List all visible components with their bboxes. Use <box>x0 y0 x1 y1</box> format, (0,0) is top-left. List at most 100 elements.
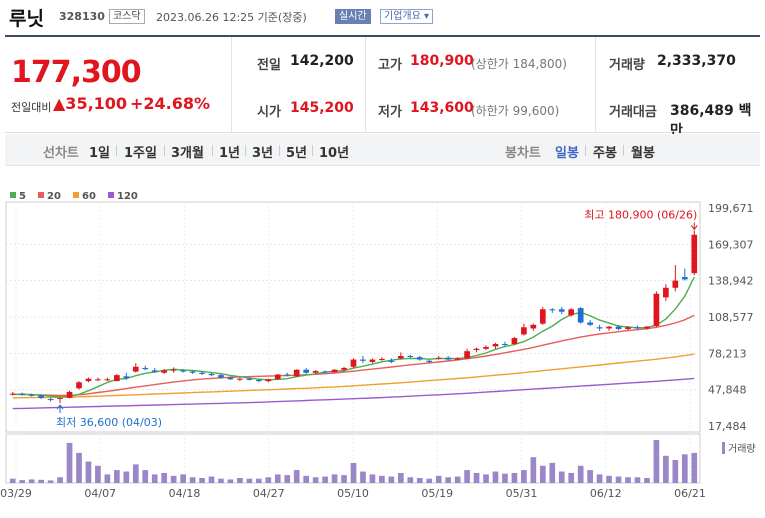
volume-bar <box>57 477 63 483</box>
company-overview-button[interactable]: 기업개요 ▾ <box>380 9 433 24</box>
candle-body <box>568 309 575 316</box>
period-10y[interactable]: 10년 <box>319 142 349 161</box>
candle-body <box>114 375 120 382</box>
volume-bar <box>341 475 347 483</box>
candle-body <box>521 327 527 335</box>
period-1w[interactable]: 1주일 <box>124 142 157 161</box>
candle-body <box>104 379 111 381</box>
period-3m[interactable]: 3개월 <box>171 142 204 161</box>
candle-body <box>170 369 177 371</box>
chart-toolbar: 선차트 1일 1주일 3개월 1년 3년 5년 10년 봉차트 일봉 주봉 월봉 <box>5 134 760 166</box>
candle-weekly[interactable]: 주봉 <box>593 142 617 161</box>
volume-bar <box>38 479 44 483</box>
price-panel: 177,300 전일대비 ▲35,100 +24.68% 전일 142,200 … <box>5 37 760 139</box>
period-1d[interactable]: 1일 <box>89 142 110 161</box>
candle-chart-label[interactable]: 봉차트 <box>505 142 541 161</box>
high-value: 180,900 <box>410 53 474 69</box>
low-value: 143,600 <box>410 100 474 116</box>
candle-body <box>653 293 660 327</box>
volume-bar <box>227 479 234 483</box>
candle-body <box>132 366 139 372</box>
period-5y[interactable]: 5년 <box>286 142 307 161</box>
low-annotation: 최저 36,600 (04/03) <box>56 416 162 429</box>
volume-bar <box>426 478 433 483</box>
volume-bar <box>644 477 650 483</box>
volume-bar <box>397 472 404 483</box>
volume-bar <box>189 477 196 483</box>
volume-bar <box>142 470 149 483</box>
period-1y[interactable]: 1년 <box>219 142 240 161</box>
y-tick-label: 138,942 <box>708 275 754 288</box>
divider <box>365 37 366 133</box>
realtime-button[interactable]: 실시간 <box>335 9 371 24</box>
volume-bar <box>663 455 669 483</box>
candle-body <box>123 376 130 379</box>
volume-bar <box>416 477 423 483</box>
candle-body <box>492 344 499 347</box>
volume-value: 2,333,370 <box>657 53 736 69</box>
volume-bar <box>511 472 518 483</box>
candle-body <box>265 379 272 382</box>
volume-bar <box>445 477 451 483</box>
volume-bar <box>274 474 281 483</box>
volume-bar <box>483 474 489 483</box>
candle-body <box>284 374 291 376</box>
candle-body <box>549 309 556 311</box>
volume-bar <box>208 476 215 483</box>
volume-bar <box>596 474 603 483</box>
y-tick-label: 108,577 <box>708 311 754 324</box>
header: 루닛 328130 코스닥 2023.06.26 12:25 기준(장중) 실시… <box>0 0 765 34</box>
volume-bar <box>322 476 328 483</box>
candle-body <box>539 309 546 324</box>
lower-limit: (하한가 99,600) <box>471 104 560 118</box>
candle-body <box>199 372 205 374</box>
separator <box>585 145 586 156</box>
candle-body <box>227 377 234 380</box>
x-tick-label: 03/29 <box>0 487 32 500</box>
volume-bar <box>66 442 73 483</box>
volume-bar <box>379 475 385 483</box>
timestamp: 2023.06.26 12:25 기준(장중) <box>156 11 307 24</box>
candle-body <box>312 370 319 373</box>
period-3y[interactable]: 3년 <box>252 142 273 161</box>
volume-bar <box>691 452 698 483</box>
y-tick-label: 17,484 <box>708 420 747 433</box>
volume-bar <box>615 476 622 483</box>
separator <box>245 145 246 156</box>
candle-body <box>615 326 622 330</box>
volume-bar <box>587 470 593 483</box>
candle-body <box>350 359 357 367</box>
candle-body <box>596 327 603 329</box>
volume-bar <box>473 472 480 483</box>
candle-monthly[interactable]: 월봉 <box>631 142 655 161</box>
volume-bar <box>9 478 16 483</box>
x-tick-label: 04/07 <box>84 487 116 500</box>
candle-body <box>625 327 631 330</box>
candle-daily[interactable]: 일봉 <box>555 142 579 161</box>
high-label: 고가 <box>378 58 402 73</box>
volume-bar <box>28 479 35 483</box>
line-chart-label[interactable]: 선차트 <box>43 142 79 161</box>
candle-body <box>691 234 698 274</box>
candle-body <box>76 382 82 389</box>
volume-bar <box>256 478 262 483</box>
diff-percent: +24.68% <box>130 94 211 113</box>
volume-bar <box>625 477 631 483</box>
upper-limit: (상한가 184,800) <box>471 57 567 71</box>
market-badge: 코스닥 <box>109 9 145 24</box>
legend-label-ma5: 5 <box>19 191 26 202</box>
candle-body <box>473 348 480 350</box>
candle-body <box>256 379 262 382</box>
open-value: 145,200 <box>290 100 354 116</box>
candle-body <box>530 324 537 329</box>
volume-bar <box>132 464 139 483</box>
divider <box>595 37 596 133</box>
candle-body <box>435 357 442 359</box>
prev-close-label: 전일 <box>257 58 281 73</box>
legend-swatch-ma5 <box>10 192 16 198</box>
divider <box>231 37 232 133</box>
volume-bar <box>672 460 679 483</box>
legend-swatch-ma60 <box>73 192 79 198</box>
stock-chart: 5 20 60 120 199,671 169,307 138,942 108,577 78,2… <box>0 191 755 500</box>
separator <box>623 145 624 156</box>
